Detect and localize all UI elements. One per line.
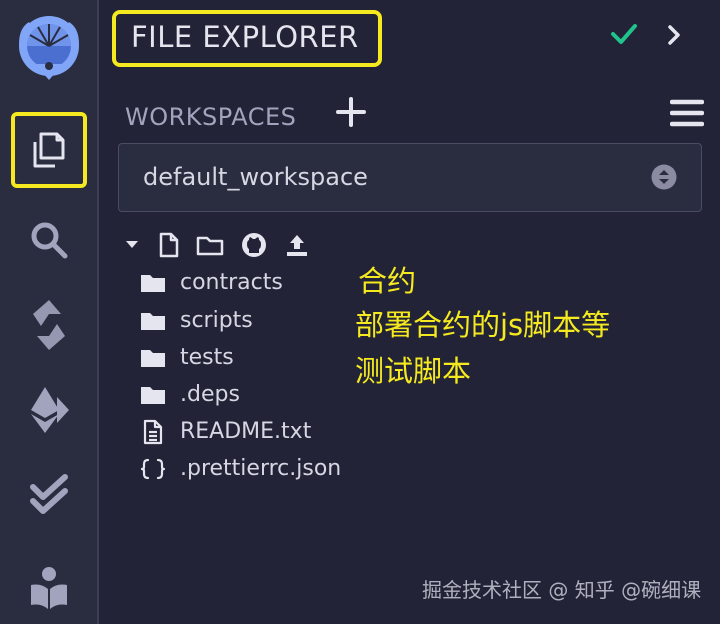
github-icon[interactable] [241, 232, 267, 262]
tree-item-prettierrc[interactable]: .prettierrc.json [140, 452, 341, 486]
json-braces-icon [140, 456, 166, 482]
create-workspace-plus-icon[interactable] [335, 96, 367, 132]
file-explorer-icon[interactable] [0, 120, 97, 180]
watermark: 掘金技术社区 @ 知乎 @碗细课 [422, 578, 702, 602]
tree-item-label: README.txt [180, 419, 312, 444]
unit-test-icon[interactable] [0, 465, 97, 525]
search-icon[interactable] [0, 210, 97, 270]
tree-item-label: contracts [180, 270, 283, 295]
chevron-right-icon[interactable] [664, 24, 684, 50]
new-folder-icon[interactable] [196, 232, 224, 262]
tree-item-readme[interactable]: README.txt [140, 415, 311, 449]
text-file-icon [140, 419, 166, 445]
learn-icon[interactable] [0, 558, 97, 618]
annotation-contracts: 合约 [358, 264, 417, 298]
workspace-menu-icon[interactable] [669, 98, 705, 132]
folder-icon [140, 308, 166, 334]
tree-item-tests[interactable]: tests [140, 341, 234, 375]
check-icon [610, 22, 638, 50]
tree-item-label: .deps [180, 382, 240, 407]
select-arrows-icon [651, 164, 677, 194]
tree-item-label: scripts [180, 308, 253, 333]
tree-item-label: tests [180, 345, 234, 370]
solidity-compiler-icon[interactable] [0, 295, 97, 355]
deploy-run-icon[interactable] [0, 380, 97, 440]
annotation-tests: 测试脚本 [355, 354, 472, 388]
remix-ide: FILE EXPLORER WORKSPACES default_workspa… [0, 0, 720, 624]
workspaces-label: WORKSPACES [125, 103, 297, 131]
annotation-scripts: 部署合约的js脚本等 [355, 308, 611, 342]
tree-item-deps[interactable]: .deps [140, 378, 240, 412]
collapse-caret-icon[interactable] [124, 232, 140, 260]
remix-logo-icon[interactable] [0, 4, 97, 92]
tree-item-contracts[interactable]: contracts [140, 266, 283, 300]
folder-icon [140, 345, 166, 371]
panel-title: FILE EXPLORER [131, 20, 359, 54]
new-file-icon[interactable] [158, 232, 180, 262]
icon-rail [0, 0, 99, 624]
tree-item-label: .prettierrc.json [180, 456, 342, 481]
folder-icon [140, 270, 166, 296]
upload-icon[interactable] [284, 232, 310, 262]
workspace-select[interactable]: default_workspace [118, 143, 702, 212]
tree-item-scripts[interactable]: scripts [140, 304, 253, 338]
workspace-select-value: default_workspace [143, 163, 368, 191]
folder-icon [140, 382, 166, 408]
